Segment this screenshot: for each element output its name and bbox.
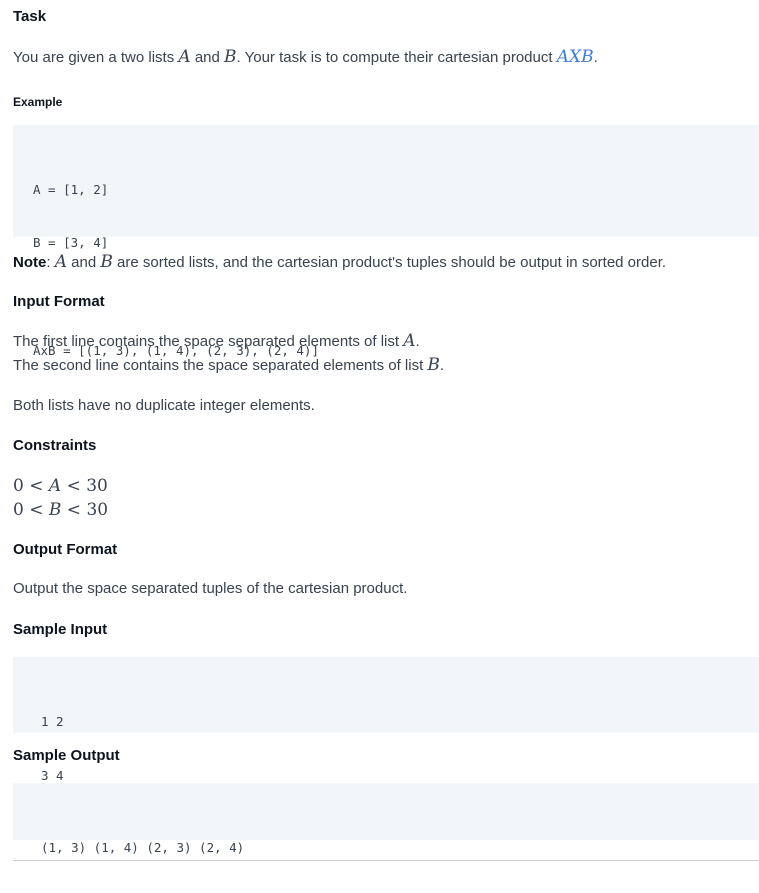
constraint-b-hi: 30: [86, 500, 109, 520]
example-heading: Example: [13, 95, 63, 109]
var-b: B: [100, 252, 113, 272]
constraint-b-lo: 0: [13, 500, 24, 520]
task-heading: Task: [13, 8, 47, 25]
task-and: and: [190, 49, 225, 66]
constraint-a-op: <: [61, 476, 87, 496]
code-line: (1, 3) (1, 4) (2, 3) (2, 4): [41, 840, 245, 855]
var-a: A: [403, 331, 416, 351]
example-code-block: A = [1, 2] B = [3, 4] AxB = [(1, 3), (1,…: [13, 125, 759, 358]
note-and: and: [66, 254, 101, 271]
output-format-heading: Output Format: [13, 541, 118, 558]
task-intro: You are given a two lists A and B. Your …: [13, 45, 598, 70]
note-label: Note: [13, 254, 47, 271]
constraint-b-op: <: [23, 500, 49, 520]
input-line-2-text: The second line contains the space separ…: [13, 357, 428, 374]
constraint-b: 0 < B < 30: [13, 498, 108, 523]
var-a: A: [54, 252, 67, 272]
code-line: 1 2: [41, 714, 64, 729]
note-paragraph: Note: A and B are sorted lists, and the …: [13, 250, 666, 275]
constraint-a: 0 < A < 30: [13, 474, 108, 499]
var-b: B: [224, 47, 237, 67]
input-format-heading: Input Format: [13, 293, 105, 310]
var-b: B: [48, 500, 62, 520]
code-line: A = [1, 2]: [33, 182, 109, 197]
constraint-a-hi: 30: [86, 476, 108, 496]
var-b: B: [427, 355, 440, 375]
input-line-1-period: .: [415, 333, 420, 350]
constraints-heading: Constraints: [13, 437, 97, 454]
task-intro-text: You are given a two lists: [13, 49, 179, 66]
note-text: are sorted lists, and the cartesian prod…: [112, 254, 667, 271]
section-divider: [13, 860, 759, 861]
sample-output-heading: Sample Output: [13, 747, 120, 764]
task-intro-mid: . Your task is to compute their cartesia…: [236, 49, 557, 66]
constraint-a-op: <: [23, 476, 49, 496]
task-period: .: [593, 49, 598, 66]
sample-output-code-block: (1, 3) (1, 4) (2, 3) (2, 4): [13, 783, 759, 855]
constraint-b-op: <: [61, 500, 87, 520]
var-a: A: [178, 47, 191, 67]
input-format-extra: Both lists have no duplicate integer ele…: [13, 397, 315, 414]
input-format-line-2: The second line contains the space separ…: [13, 353, 444, 378]
cartesian-product-symbol: AXB: [556, 47, 594, 67]
input-line-1-text: The first line contains the space separa…: [13, 333, 404, 350]
sample-input-code-block: 1 2 3 4: [13, 657, 759, 783]
output-format-text: Output the space separated tuples of the…: [13, 580, 408, 597]
input-format-line-1: The first line contains the space separa…: [13, 329, 420, 354]
constraint-a-lo: 0: [13, 476, 24, 496]
input-line-2-period: .: [439, 357, 445, 374]
var-a: A: [48, 476, 62, 496]
sample-input-heading: Sample Input: [13, 621, 108, 638]
note-colon: :: [46, 254, 55, 271]
